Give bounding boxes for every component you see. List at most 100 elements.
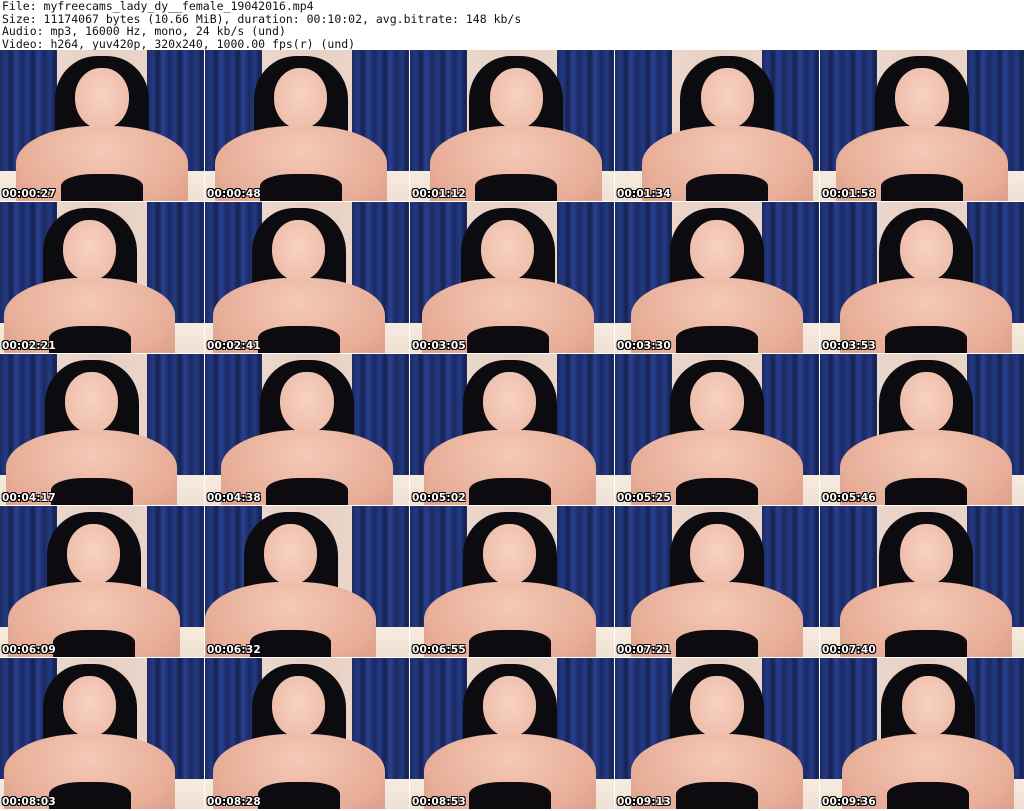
person-face	[690, 372, 744, 433]
thumbnail-timestamp: 00:07:21	[617, 644, 671, 656]
thumbnail-timestamp: 00:03:05	[412, 340, 466, 352]
person-top	[676, 629, 758, 657]
thumbnail-timestamp: 00:00:27	[2, 188, 56, 200]
video-thumbnail: 00:04:17	[0, 354, 204, 505]
person-top	[887, 781, 969, 809]
person-face	[65, 372, 119, 433]
video-thumbnail: 00:01:12	[410, 50, 614, 201]
person-face	[700, 68, 754, 129]
video-thumbnail: 00:06:09	[0, 506, 204, 657]
person-face	[272, 220, 326, 281]
video-thumbnail: 00:05:46	[820, 354, 1024, 505]
thumbnail-timestamp: 00:03:30	[617, 340, 671, 352]
thumbnail-timestamp: 00:05:25	[617, 492, 671, 504]
person-top	[260, 173, 342, 201]
person-face	[63, 676, 117, 737]
person-top	[53, 629, 135, 657]
person-face	[75, 68, 129, 129]
person-face	[483, 372, 537, 433]
video-thumbnail: 00:07:40	[820, 506, 1024, 657]
person-top	[266, 477, 348, 505]
person-top	[885, 325, 967, 353]
video-thumbnail: 00:08:53	[410, 658, 614, 809]
thumbnail-timestamp: 00:02:41	[207, 340, 261, 352]
thumbnail-timestamp: 00:05:46	[822, 492, 876, 504]
thumbnail-timestamp: 00:00:48	[207, 188, 261, 200]
video-thumbnail: 00:01:34	[615, 50, 819, 201]
person-face	[483, 524, 537, 585]
person-top	[686, 173, 768, 201]
person-face	[690, 220, 744, 281]
person-face	[274, 68, 328, 129]
thumbnail-timestamp: 00:04:17	[2, 492, 56, 504]
video-thumbnail: 00:02:21	[0, 202, 204, 353]
person-top	[61, 173, 143, 201]
thumbnail-timestamp: 00:07:40	[822, 644, 876, 656]
video-thumbnail: 00:05:25	[615, 354, 819, 505]
thumbnail-timestamp: 00:01:34	[617, 188, 671, 200]
thumbnail-timestamp: 00:08:53	[412, 796, 466, 808]
person-face	[264, 524, 318, 585]
person-top	[249, 629, 332, 657]
person-face	[272, 676, 326, 737]
thumbnail-timestamp: 00:02:21	[2, 340, 56, 352]
thumbnail-timestamp: 00:08:03	[2, 796, 56, 808]
person-top	[885, 629, 967, 657]
person-top	[48, 781, 131, 809]
person-face	[895, 68, 949, 129]
thumbnail-timestamp: 00:05:02	[412, 492, 466, 504]
person-top	[258, 325, 340, 353]
thumbnail-timestamp: 00:01:58	[822, 188, 876, 200]
thumbnail-timestamp: 00:09:36	[822, 796, 876, 808]
person-face	[901, 676, 955, 737]
person-face	[63, 220, 117, 281]
thumbnail-timestamp: 00:06:32	[207, 644, 261, 656]
video-thumbnail: 00:05:02	[410, 354, 614, 505]
person-face	[481, 220, 535, 281]
person-top	[51, 477, 133, 505]
video-thumbnail: 00:04:38	[205, 354, 409, 505]
person-top	[881, 173, 963, 201]
thumbnail-timestamp: 00:06:09	[2, 644, 56, 656]
person-top	[469, 477, 551, 505]
video-thumbnail: 00:08:03	[0, 658, 204, 809]
video-thumbnail: 00:06:32	[205, 506, 409, 657]
file-info-header: File: myfreecams_lady_dy__female_1904201…	[2, 0, 1022, 50]
video-thumbnail: 00:02:41	[205, 202, 409, 353]
video-thumbnail: 00:09:36	[820, 658, 1024, 809]
person-face	[483, 676, 537, 737]
person-top	[469, 629, 551, 657]
person-top	[885, 477, 967, 505]
person-face	[280, 372, 334, 433]
video-thumbnail: 00:03:53	[820, 202, 1024, 353]
person-face	[690, 524, 744, 585]
thumbnail-timestamp: 00:08:28	[207, 796, 261, 808]
person-face	[489, 68, 543, 129]
thumbnail-timestamp: 00:03:53	[822, 340, 876, 352]
person-top	[676, 477, 758, 505]
video-thumbnail: 00:07:21	[615, 506, 819, 657]
person-top	[258, 781, 340, 809]
video-thumbnail: 00:06:55	[410, 506, 614, 657]
video-thumbnail: 00:00:27	[0, 50, 204, 201]
person-top	[48, 325, 131, 353]
person-top	[467, 325, 549, 353]
video-thumbnail: 00:08:28	[205, 658, 409, 809]
video-thumbnail: 00:03:30	[615, 202, 819, 353]
video-info-line: Video: h264, yuv420p, 320x240, 1000.00 f…	[2, 36, 356, 51]
video-thumbnail: 00:09:13	[615, 658, 819, 809]
person-face	[899, 220, 953, 281]
file-name-line: File: myfreecams_lady_dy__female_1904201…	[2, 0, 314, 13]
thumbnail-timestamp: 00:06:55	[412, 644, 466, 656]
thumbnail-timestamp: 00:01:12	[412, 188, 466, 200]
thumbnail-timestamp: 00:09:13	[617, 796, 671, 808]
person-top	[676, 325, 758, 353]
person-face	[690, 676, 744, 737]
video-thumbnail: 00:01:58	[820, 50, 1024, 201]
person-face	[899, 524, 953, 585]
person-top	[676, 781, 758, 809]
video-thumbnail: 00:00:48	[205, 50, 409, 201]
person-face	[899, 372, 953, 433]
audio-info-line: Audio: mp3, 16000 Hz, mono, 24 kb/s (und…	[2, 24, 286, 39]
person-face	[67, 524, 121, 585]
